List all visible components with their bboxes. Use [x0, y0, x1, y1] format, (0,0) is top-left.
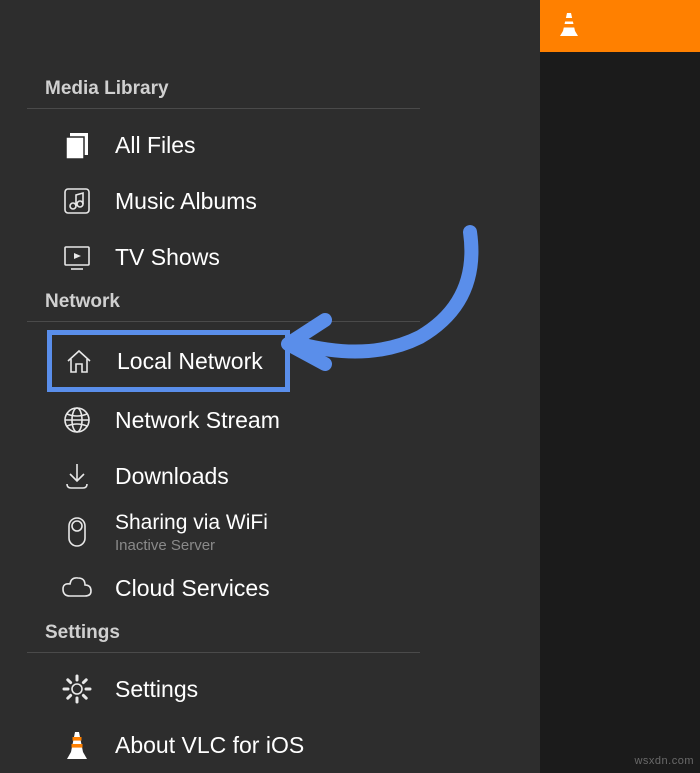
sidebar-item-local-network[interactable]: Local Network	[47, 330, 290, 392]
sidebar-item-cloud-services[interactable]: Cloud Services	[15, 560, 540, 616]
section-header-media-library: Media Library	[15, 78, 540, 108]
sidebar-menu: Media Library All Files Music Albums	[0, 0, 540, 773]
sidebar-item-sharing-wifi[interactable]: Sharing via WiFi Inactive Server	[15, 504, 540, 560]
cloud-icon	[55, 572, 99, 604]
divider	[27, 321, 420, 322]
sidebar-item-sublabel: Inactive Server	[115, 537, 268, 554]
sidebar-item-label: Downloads	[115, 463, 229, 490]
files-icon	[55, 129, 99, 161]
vlc-cone-icon	[558, 11, 580, 42]
music-icon	[55, 185, 99, 217]
sidebar-item-label: Settings	[115, 676, 198, 703]
gear-icon	[55, 673, 99, 705]
sidebar-item-label: Cloud Services	[115, 575, 270, 602]
sidebar-item-music-albums[interactable]: Music Albums	[15, 173, 540, 229]
sidebar-item-about[interactable]: About VLC for iOS	[15, 717, 540, 773]
top-header-bar	[540, 0, 700, 52]
sidebar-item-downloads[interactable]: Downloads	[15, 448, 540, 504]
sidebar-item-network-stream[interactable]: Network Stream	[15, 392, 540, 448]
toggle-off-icon	[55, 514, 99, 550]
divider	[27, 108, 420, 109]
section-header-network: Network	[15, 291, 540, 321]
divider	[27, 652, 420, 653]
sidebar-item-settings[interactable]: Settings	[15, 661, 540, 717]
watermark-text: wsxdn.com	[634, 755, 694, 767]
sidebar-item-label: Local Network	[117, 348, 263, 375]
sidebar-item-label: All Files	[115, 132, 196, 159]
vlc-cone-icon	[55, 730, 99, 760]
download-icon	[55, 460, 99, 492]
sidebar-item-all-files[interactable]: All Files	[15, 117, 540, 173]
section-header-settings: Settings	[15, 622, 540, 652]
content-panel	[540, 0, 700, 773]
sidebar-item-label: TV Shows	[115, 244, 220, 271]
globe-icon	[55, 404, 99, 436]
sidebar-item-tv-shows[interactable]: TV Shows	[15, 229, 540, 285]
sidebar-item-label: Network Stream	[115, 407, 280, 434]
sidebar-item-label: About VLC for iOS	[115, 732, 304, 759]
sidebar-item-label: Music Albums	[115, 188, 257, 215]
home-icon	[57, 345, 101, 377]
sidebar-item-label: Sharing via WiFi	[115, 511, 268, 535]
tv-icon	[55, 241, 99, 273]
